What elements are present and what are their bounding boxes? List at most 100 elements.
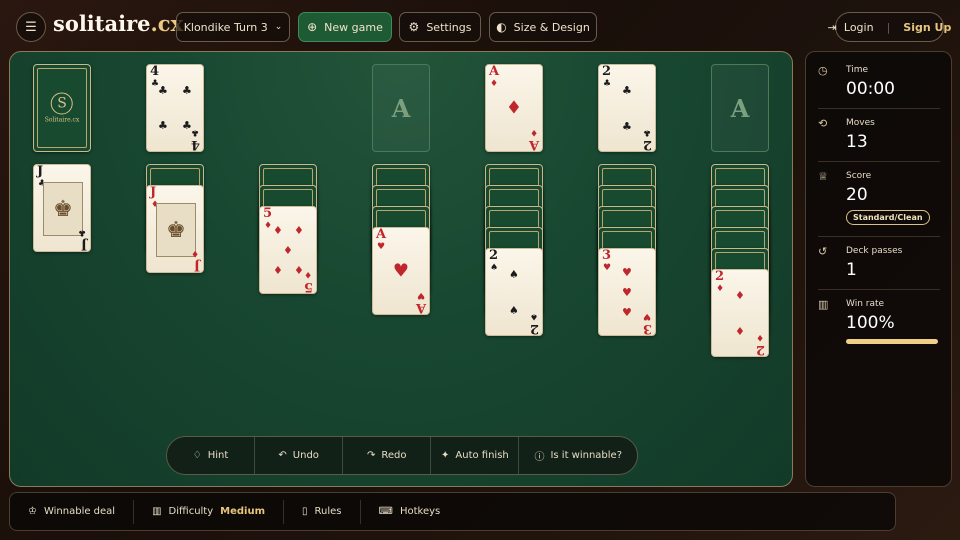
card-rank: 5 <box>263 206 273 221</box>
winnable-deal-toggle[interactable]: ♔ Winnable deal <box>10 499 135 524</box>
pip: ♦ <box>294 224 304 237</box>
deck-passes-label: Deck passes <box>846 246 903 256</box>
waste-card[interactable]: 4 ♣ ♣ ♣ ♣ ♣ 4 ♣ <box>146 64 204 152</box>
foundation-card-3[interactable]: 2 ♣ ♣ ♣ 2 ♣ <box>598 64 656 152</box>
stat-moves: ⟲ Moves 13 <box>818 117 940 162</box>
pip: ♣ <box>622 120 632 133</box>
auto-finish-label: Auto finish <box>455 450 509 461</box>
redo-button[interactable]: ↷ Redo <box>343 437 432 474</box>
pip: ♦ <box>283 244 293 257</box>
card-rank: A <box>489 64 500 79</box>
hint-button[interactable]: ♢ Hint <box>167 437 256 474</box>
pip: ♣ <box>182 84 192 97</box>
difficulty-value: Medium <box>220 506 266 517</box>
card-rank-bottom: A <box>528 137 539 152</box>
card-suit: ♥ <box>377 242 386 252</box>
pip: ♦ <box>273 264 283 277</box>
difficulty-selector[interactable]: ▥ Difficulty Medium <box>134 499 285 524</box>
pip: ♥ <box>622 286 632 299</box>
size-design-button[interactable]: ◐ Size & Design <box>489 12 597 42</box>
card-suit-bottom: ♦ <box>529 127 538 137</box>
repeat-icon: ⟲ <box>818 117 828 130</box>
card-rank: 2 <box>489 248 499 263</box>
pip: ♦ <box>294 264 304 277</box>
card-suit-bottom: ♦ <box>190 248 199 258</box>
stock-pile[interactable]: S Solitaire.cx <box>33 64 91 152</box>
card-suit-bottom: ♥ <box>642 311 651 321</box>
score-mode-badge[interactable]: Standard/Clean <box>846 210 930 225</box>
card-rank: 2 <box>715 269 725 284</box>
hint-label: Hint <box>207 450 229 461</box>
login-link[interactable]: Login <box>844 21 874 34</box>
card-suit-bottom: ♥ <box>416 290 425 300</box>
auth-divider: | <box>886 20 891 34</box>
foundation-card-2[interactable]: A ♦ ♦ A ♦ <box>485 64 543 152</box>
tableau-1-top-card[interactable]: J ♣ ♚ J ♣ <box>33 164 91 252</box>
moves-value: 13 <box>846 132 868 152</box>
pip: ♠ <box>509 268 519 281</box>
undo-button[interactable]: ↶ Undo <box>255 437 344 474</box>
menu-button[interactable]: ☰ <box>16 12 46 42</box>
pip: ♥ <box>622 306 632 319</box>
crown-icon: ♔ <box>28 506 37 517</box>
card-suit-bottom: ♦ <box>755 332 764 342</box>
new-game-label: New game <box>324 20 383 34</box>
foundation-slot-4[interactable]: A <box>711 64 769 152</box>
settings-button[interactable]: ⚙ Settings <box>399 12 481 42</box>
card-suit: ♦ <box>716 284 725 294</box>
logo[interactable]: solitaire.cx <box>53 11 183 36</box>
win-rate-bar <box>846 339 938 344</box>
pip: ♦ <box>735 289 745 302</box>
center-pip: ♥ <box>392 260 410 282</box>
bar-chart-icon: ▥ <box>152 506 162 517</box>
clock-icon: ◷ <box>818 64 828 77</box>
center-pip: ♦ <box>505 97 523 119</box>
bottom-bar: ♔ Winnable deal ▥ Difficulty Medium ▯ Ru… <box>9 492 896 531</box>
card-rank-bottom: J <box>193 258 200 273</box>
tableau-6-top-card[interactable]: 3 ♥ ♥ ♥ ♥ 3 ♥ <box>598 248 656 336</box>
tableau-2-top-card[interactable]: J ♦ ♚ J ♦ <box>146 185 204 273</box>
tableau-3-top-card[interactable]: 5 ♦ ♦ ♦ ♦ ♦ ♦ 5 ♦ <box>259 206 317 294</box>
game-type-select[interactable]: Klondike Turn 3 ⌄ <box>176 12 290 42</box>
jack-face: ♚ <box>156 203 196 257</box>
foundation-slot-1[interactable]: A <box>372 64 430 152</box>
lightbulb-icon: ♢ <box>192 450 202 461</box>
is-winnable-label: Is it winnable? <box>550 450 623 461</box>
winnable-deal-label: Winnable deal <box>43 506 116 517</box>
card-suit: ♥ <box>603 263 612 273</box>
card-rank-bottom: J <box>80 237 87 252</box>
auto-finish-button[interactable]: ✦ Auto finish <box>431 437 520 474</box>
auth-button[interactable]: ⇥ Login | Sign Up <box>828 12 951 42</box>
pip: ♥ <box>622 266 632 279</box>
pip: ♣ <box>158 119 168 132</box>
tableau-7-top-card[interactable]: 2 ♦ ♦ ♦ 2 ♦ <box>711 269 769 357</box>
game-type-label: Klondike Turn 3 <box>183 20 268 34</box>
card-suit: ♦ <box>490 79 499 89</box>
card-suit-bottom: ♣ <box>190 127 199 137</box>
card-rank: A <box>376 227 387 242</box>
settings-label: Settings <box>426 20 472 34</box>
size-design-label: Size & Design <box>513 20 590 34</box>
hotkeys-button[interactable]: ⌨ Hotkeys <box>361 500 459 524</box>
keyboard-icon: ⌨ <box>378 506 393 517</box>
jack-face: ♚ <box>43 182 83 236</box>
stock-monogram: S <box>50 92 73 115</box>
win-rate-bar-fill <box>846 339 938 344</box>
info-icon: ⓘ <box>534 452 545 463</box>
is-winnable-button[interactable]: ⓘ Is it winnable? <box>519 437 637 474</box>
redo-icon: ↷ <box>367 450 376 461</box>
book-icon: ▯ <box>302 506 308 517</box>
palette-icon: ◐ <box>496 20 507 34</box>
win-rate-value: 100% <box>846 313 895 333</box>
tableau-5-top-card[interactable]: 2 ♠ ♠ ♠ 2 ♠ <box>485 248 543 336</box>
card-rank-bottom: 5 <box>303 279 313 294</box>
stock-brand: Solitaire.cx <box>44 116 80 124</box>
hamburger-icon: ☰ <box>25 19 37 35</box>
new-game-button[interactable]: ⊕ New game <box>298 12 392 42</box>
hotkeys-label: Hotkeys <box>399 506 441 517</box>
action-bar: ♢ Hint ↶ Undo ↷ Redo ✦ Auto finish ⓘ Is … <box>166 436 638 475</box>
tableau-4-top-card[interactable]: A ♥ ♥ A ♥ <box>372 227 430 315</box>
rules-button[interactable]: ▯ Rules <box>284 499 361 524</box>
signup-link[interactable]: Sign Up <box>903 21 951 34</box>
time-label: Time <box>846 65 869 75</box>
